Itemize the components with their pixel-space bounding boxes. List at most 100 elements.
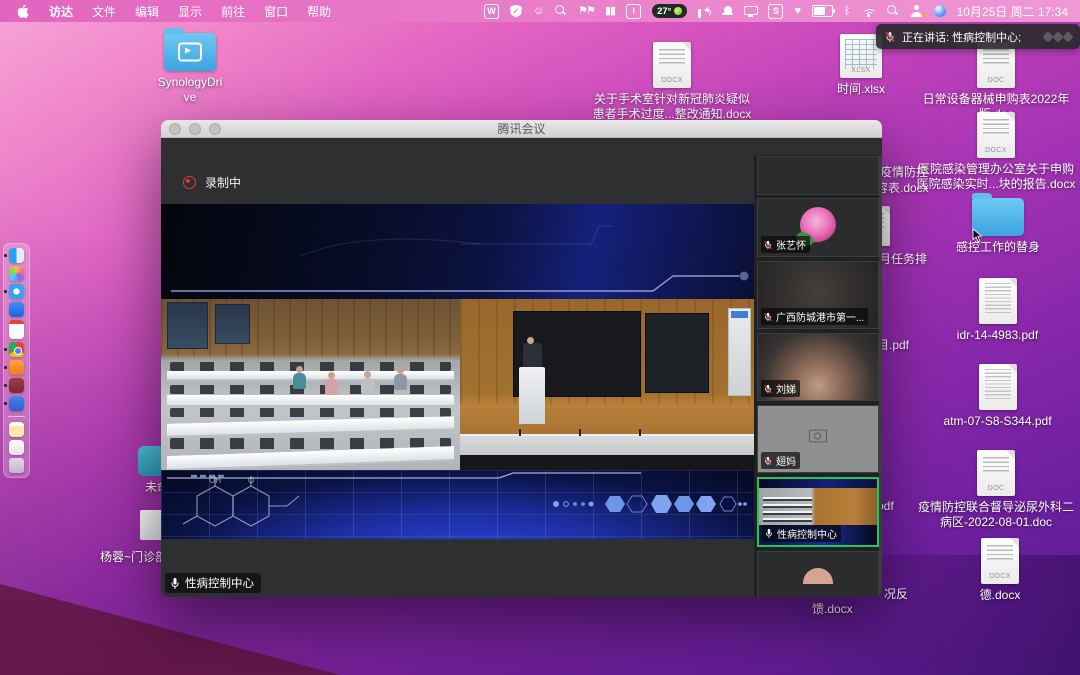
weather-widget[interactable]: 27° xyxy=(652,4,687,18)
hidden-icon-label-fragment[interactable]: 疫情防控 xyxy=(880,163,928,180)
preview-search-icon[interactable] xyxy=(555,5,567,17)
desktop-icon-label: 时间.xlsx xyxy=(837,82,885,97)
mouse-cursor-icon xyxy=(972,228,983,243)
dock-divider xyxy=(8,416,25,417)
participant-tile[interactable]: 翅妈 xyxy=(757,405,879,473)
participant-name: 翅妈 xyxy=(776,453,796,468)
window-title: 腾讯会议 xyxy=(161,120,882,137)
launchpad-dock-icon[interactable] xyxy=(9,266,24,281)
participant-name-tag: 翅妈 xyxy=(761,452,800,469)
audience-silhouette xyxy=(460,455,754,470)
user-switch-icon[interactable] xyxy=(910,5,923,17)
battery-icon[interactable] xyxy=(812,5,833,17)
participant-tile-partial-bottom[interactable] xyxy=(757,551,879,597)
pins-icon[interactable]: ⚑⚑ xyxy=(578,5,594,18)
display-icon[interactable] xyxy=(744,5,757,17)
desktop-icon-idr-pdf[interactable]: idr-14-4983.pdf xyxy=(940,278,1055,343)
bluetooth-icon[interactable]: ᛒ xyxy=(844,5,851,18)
shield-check-icon[interactable] xyxy=(510,5,522,18)
apple-menu-icon[interactable] xyxy=(16,4,30,19)
document-dock-icon[interactable] xyxy=(9,440,24,455)
finder-dock-icon[interactable] xyxy=(9,248,24,263)
desktop-icon-label: idr-14-4983.pdf xyxy=(957,328,1038,343)
hidden-icon-label-fragment[interactable]: 杨蓉~门诊部 xyxy=(100,548,167,565)
trash-dock-icon[interactable] xyxy=(9,458,24,473)
red-app-dock-icon[interactable] xyxy=(9,378,24,393)
safari-dock-icon[interactable] xyxy=(9,284,24,299)
browser-sphere-icon[interactable] xyxy=(934,5,946,17)
participant-tile-partial-top[interactable] xyxy=(757,156,879,195)
menubar-datetime[interactable]: 10月25日 周二 17:34 xyxy=(957,3,1068,20)
desktop-icon-label: SynologyDrive xyxy=(155,75,225,105)
participant-name: 广西防城港市第一... xyxy=(776,309,864,324)
front-desk xyxy=(460,434,754,457)
desktop-icon-de-docx[interactable]: DOCX 德.docx xyxy=(960,538,1040,603)
participant-name-tag: 广西防城港市第一... xyxy=(761,308,868,325)
participants-panel: 张艺怀 广西防城港市第一... xyxy=(754,155,882,597)
classroom-video-feed[interactable] xyxy=(161,299,460,470)
desktop-icon-atm-pdf[interactable]: atm-07-S8-S344.pdf xyxy=(930,364,1065,429)
volume-icon[interactable] xyxy=(698,6,711,17)
desktop-icon-label: 疫情防控联合督导泌尿外科二病区-2022-08-01.doc xyxy=(915,500,1077,530)
columns-icon[interactable]: ▮▮ xyxy=(605,5,615,18)
muted-mic-icon xyxy=(763,312,773,322)
alert-status-icon[interactable]: ! xyxy=(626,4,641,19)
synology-logo-icon xyxy=(178,43,202,62)
hidden-icon-label-fragment[interactable]: 馈.docx xyxy=(812,600,853,617)
hidden-icon-label-fragment[interactable]: 月任务排 xyxy=(879,250,927,267)
video-bottom-banner: OH O xyxy=(161,470,754,539)
menu-item-go[interactable]: 前往 xyxy=(221,3,245,20)
panel-scrollbar[interactable] xyxy=(879,155,882,597)
wps-status-icon[interactable]: W xyxy=(484,4,499,19)
face-status-icon[interactable]: ☺ xyxy=(533,5,544,18)
participant-tile[interactable]: 广西防城港市第一... xyxy=(757,261,879,329)
blue-app-dock-icon[interactable] xyxy=(9,396,24,411)
desktop-icon-synologydrive[interactable]: SynologyDrive xyxy=(155,33,225,105)
participant-tile[interactable]: 刘娣 xyxy=(757,333,879,401)
menu-item-finder[interactable]: 访达 xyxy=(49,3,73,20)
menu-bar: 访达 文件 编辑 显示 前往 窗口 帮助 W ☺ ⚑⚑ ▮▮ ! 27° S ♥… xyxy=(0,0,1080,22)
auditorium-video-feed[interactable] xyxy=(460,299,754,470)
participant-tile[interactable]: 张艺怀 xyxy=(757,198,879,257)
docx-file-icon: DOCX xyxy=(981,538,1019,584)
s-app-status-icon[interactable]: S xyxy=(768,4,783,19)
menu-item-window[interactable]: 窗口 xyxy=(264,3,288,20)
desktop-icon-infection-report[interactable]: DOCX 医院感染管理办公室关于申购医院感染实时...块的报告.docx xyxy=(915,112,1077,192)
desktop-icon-infection-control-folder[interactable]: 感控工作的替身 xyxy=(952,198,1044,255)
desktop-icon-daily-equipment[interactable]: DOC 日常设备器械申购表2022年版.doc xyxy=(920,42,1072,122)
speaking-toast[interactable]: 正在讲话: 性病控制中心; xyxy=(876,24,1080,49)
wifi-icon[interactable] xyxy=(862,6,876,17)
health-heart-icon[interactable]: ♥ xyxy=(794,5,801,18)
active-speaker-name: 性病控制中心 xyxy=(185,575,254,591)
menu-item-help[interactable]: 帮助 xyxy=(307,3,331,20)
doc-file-icon: DOC xyxy=(977,450,1015,496)
participant-name: 性病控制中心 xyxy=(777,526,837,541)
mail-dock-icon[interactable] xyxy=(9,302,24,317)
voice-waves-icon xyxy=(1044,33,1072,41)
video-top-banner xyxy=(161,204,754,299)
spotlight-icon[interactable] xyxy=(887,5,899,17)
desktop-icon-label: 感控工作的替身 xyxy=(956,240,1040,255)
calendar-dock-icon[interactable] xyxy=(9,320,24,339)
muted-mic-icon xyxy=(763,456,773,466)
participant-tile-active-speaker[interactable]: 性病控制中心 xyxy=(757,477,879,547)
notification-bell-icon[interactable] xyxy=(722,6,733,17)
menu-item-view[interactable]: 显示 xyxy=(178,3,202,20)
menu-item-file[interactable]: 文件 xyxy=(92,3,116,20)
participant-name: 刘娣 xyxy=(776,381,796,396)
chrome-dock-icon[interactable] xyxy=(9,342,24,357)
wps-dock-icon[interactable] xyxy=(9,360,24,375)
attendee-person xyxy=(325,379,338,395)
window-titlebar[interactable]: 腾讯会议 xyxy=(161,120,882,138)
hidden-icon-label-fragment[interactable]: 况反 xyxy=(884,585,908,602)
muted-mic-icon xyxy=(763,240,773,250)
desktop-icon-surgery-notice[interactable]: DOCX 关于手术室针对新冠肺炎疑似患者手术过度...整改通知.docx xyxy=(590,42,754,122)
pdf-file-icon xyxy=(979,364,1017,410)
desktop-icon-epidemic-doc[interactable]: DOC 疫情防控联合督导泌尿外科二病区-2022-08-01.doc xyxy=(915,450,1077,530)
menu-item-edit[interactable]: 编辑 xyxy=(135,3,159,20)
recording-label: 录制中 xyxy=(205,174,241,191)
main-video-area[interactable]: OH O xyxy=(161,204,754,539)
hidden-icon-label-fragment[interactable]: 容表.docx xyxy=(876,179,929,196)
classroom-window xyxy=(215,304,250,344)
notes-dock-icon[interactable] xyxy=(9,422,24,437)
